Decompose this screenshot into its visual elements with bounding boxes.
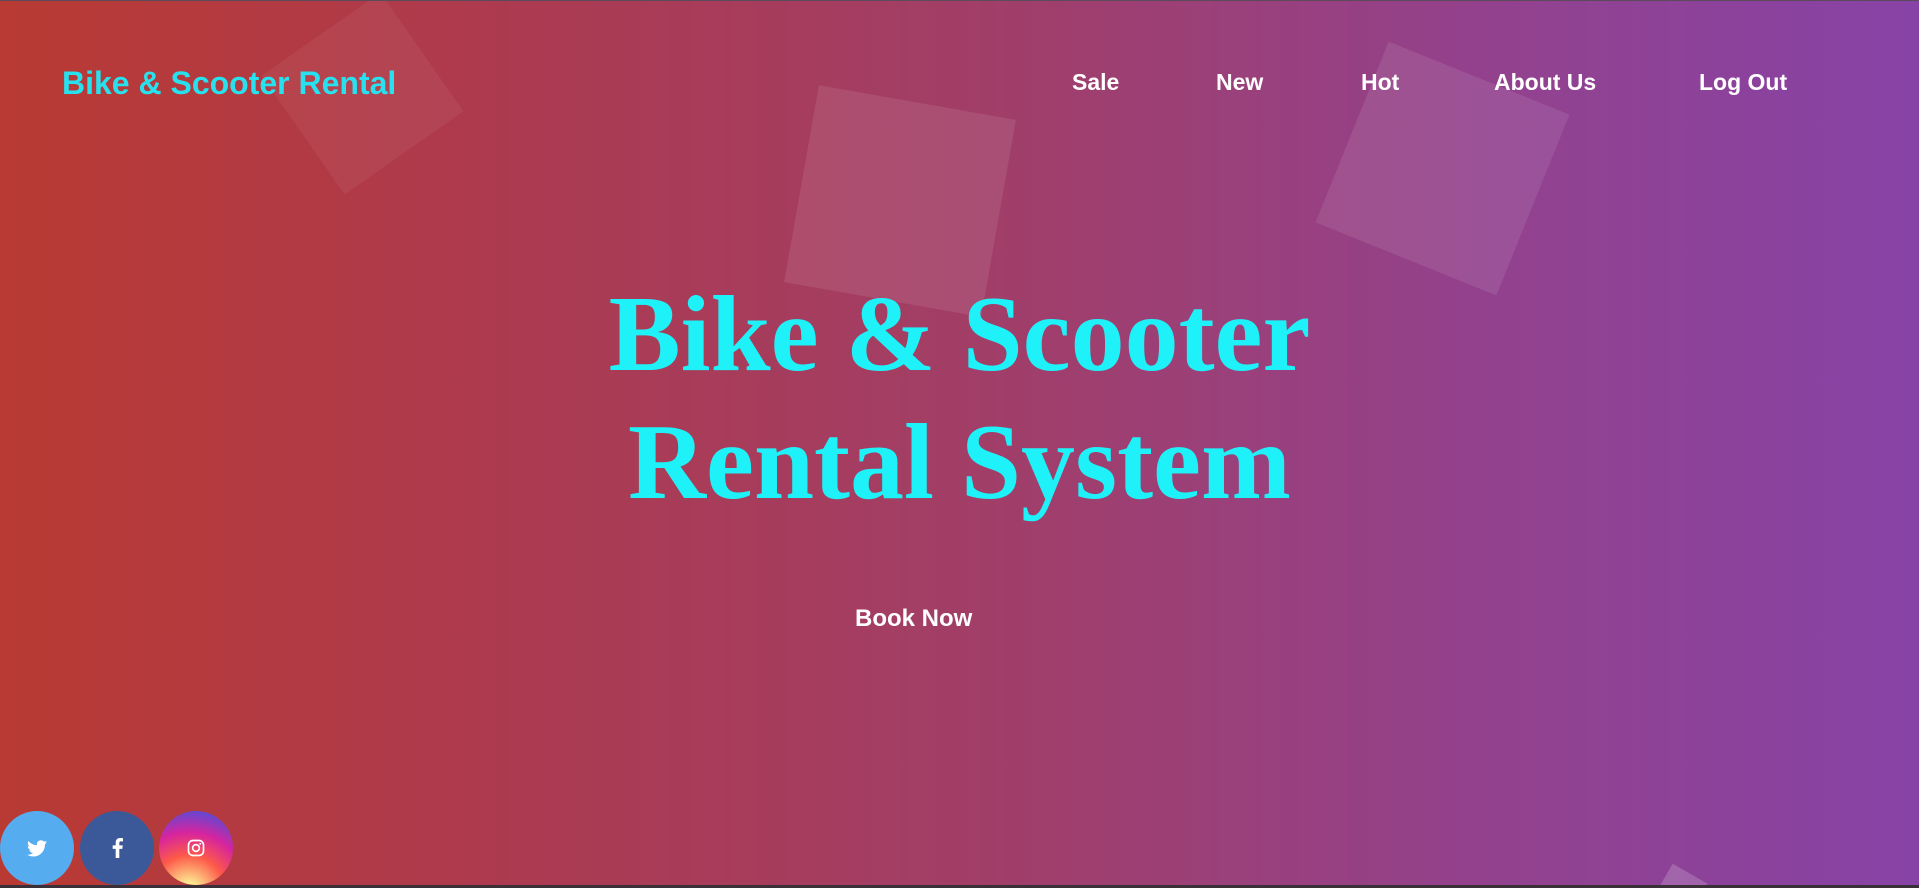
book-now-button[interactable]: Book Now (855, 605, 972, 633)
top-nav: Sale New Hot About Us Log Out (0, 69, 1919, 99)
hero-title: Bike & Scooter Rental System (0, 271, 1919, 527)
instagram-button[interactable] (159, 811, 233, 885)
twitter-button[interactable] (0, 811, 74, 885)
nav-link-log-out[interactable]: Log Out (1699, 69, 1787, 96)
decorative-square (1652, 863, 1708, 888)
instagram-icon (187, 839, 205, 857)
nav-link-sale[interactable]: Sale (1072, 69, 1119, 96)
nav-link-hot[interactable]: Hot (1361, 69, 1399, 96)
page: Bike & Scooter Rental Sale New Hot About… (0, 0, 1919, 888)
nav-link-about-us[interactable]: About Us (1494, 69, 1596, 96)
twitter-icon (27, 839, 47, 857)
nav-link-new[interactable]: New (1216, 69, 1263, 96)
hero-title-line-1: Bike & Scooter (608, 275, 1311, 394)
hero-title-line-2: Rental System (628, 403, 1291, 522)
facebook-icon (112, 838, 123, 858)
facebook-button[interactable] (80, 811, 154, 885)
